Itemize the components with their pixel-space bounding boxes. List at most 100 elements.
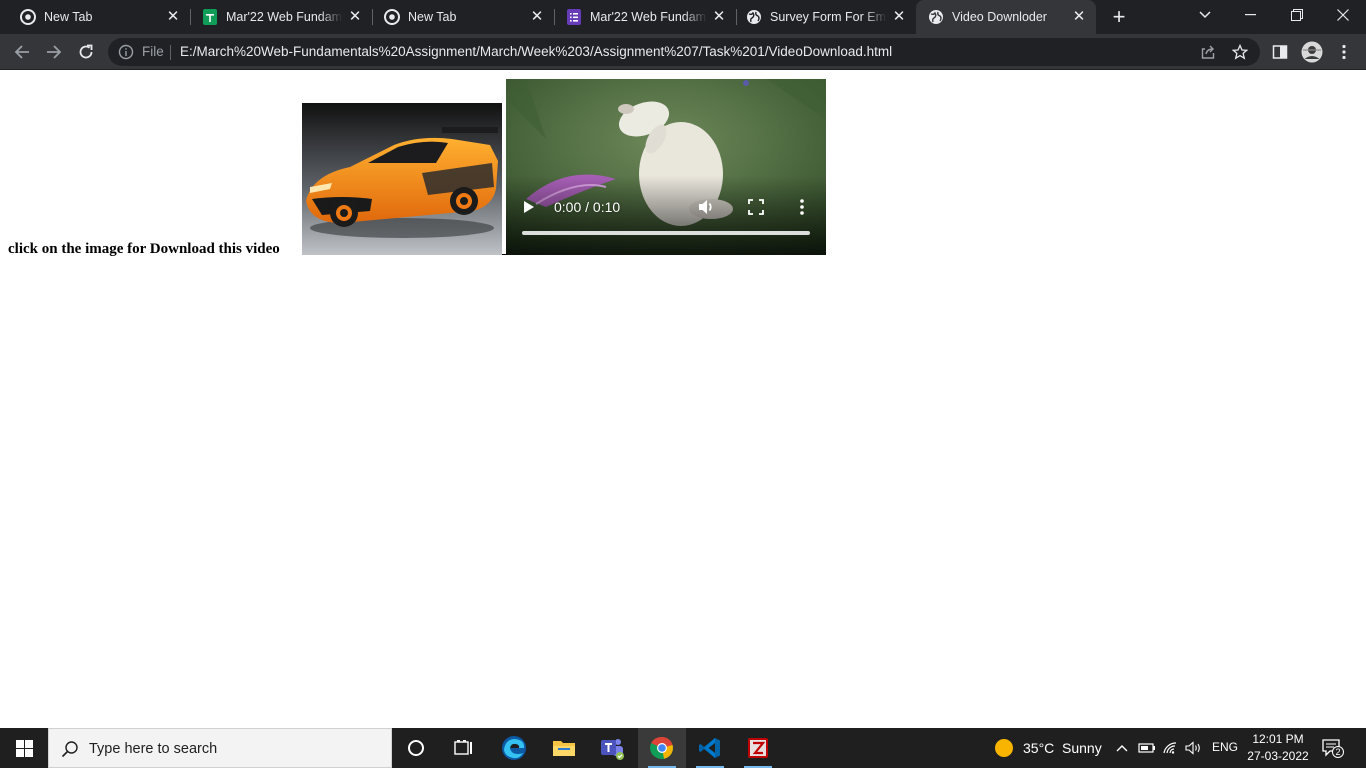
close-icon[interactable]: ✕ <box>529 9 545 25</box>
tab-title: Survey Form For Employees <box>770 10 887 24</box>
battery-status[interactable] <box>1138 739 1156 757</box>
page-viewport: click on the image for Download this vid… <box>0 71 1366 728</box>
volume-icon[interactable] <box>696 197 716 217</box>
video-progress-bar[interactable] <box>522 231 810 235</box>
clock-date: 27-03-2022 <box>1247 749 1309 763</box>
tab-title: Mar'22 Web Fundamentals <box>226 10 343 24</box>
tab-new-tab-1[interactable]: New Tab ✕ <box>0 0 190 34</box>
info-icon[interactable] <box>118 44 134 60</box>
globe-icon <box>928 9 944 25</box>
play-icon[interactable] <box>520 196 538 218</box>
search-icon <box>61 741 78 758</box>
tab-video-downloder[interactable]: Video Downloder ✕ <box>916 0 1096 34</box>
close-icon[interactable]: ✕ <box>165 9 181 25</box>
volume-status[interactable] <box>1185 739 1203 757</box>
close-icon[interactable]: ✕ <box>347 9 363 25</box>
restore-icon <box>1291 9 1303 21</box>
action-center-button[interactable]: 2 <box>1322 738 1344 758</box>
address-bar[interactable]: File E:/March%20Web-Fundamentals%20Assig… <box>108 38 1260 66</box>
start-button[interactable] <box>0 728 48 768</box>
tab-survey-form[interactable]: Survey Form For Employees ✕ <box>726 0 916 34</box>
vscode-button[interactable] <box>686 728 734 768</box>
tab-title: New Tab <box>44 10 93 24</box>
search-placeholder: Type here to search <box>89 741 218 757</box>
wifi-status[interactable] <box>1162 739 1180 757</box>
tab-title: New Tab <box>408 10 457 24</box>
cortana-icon <box>408 740 424 756</box>
chrome-icon <box>384 9 400 25</box>
teams-button[interactable] <box>588 728 636 768</box>
file-explorer-button[interactable] <box>540 728 588 768</box>
tab-title: Video Downloder <box>952 10 1047 24</box>
restore-button[interactable] <box>1274 0 1320 30</box>
browser-menu-button[interactable] <box>1332 40 1356 64</box>
google-forms-icon <box>566 9 582 25</box>
tab-web-fundamentals-sheet[interactable]: Mar'22 Web Fundamentals ✕ <box>182 0 372 34</box>
reload-button[interactable] <box>74 40 98 64</box>
chrome-taskbar-button[interactable] <box>638 728 686 768</box>
side-panel-button[interactable] <box>1268 40 1292 64</box>
avatar <box>1301 41 1323 63</box>
chevron-down-icon <box>1199 11 1211 19</box>
edge-icon <box>502 736 526 760</box>
reload-icon <box>79 44 93 59</box>
new-tab-button[interactable]: + <box>1108 6 1130 28</box>
show-hidden-icons-button[interactable] <box>1113 739 1131 757</box>
weather-temperature[interactable]: 35°C <box>1023 740 1054 756</box>
url-text[interactable]: E:/March%20Web-Fundamentals%20Assignment… <box>180 44 892 59</box>
video-controls: 0:00 / 0:10 <box>506 79 826 255</box>
windows-taskbar: Type here to search 35°C Sunny ENG 12:01… <box>0 728 1366 768</box>
battery-icon <box>1138 743 1155 753</box>
back-button[interactable] <box>10 40 34 64</box>
vscode-icon <box>699 738 720 758</box>
chrome-icon <box>20 9 36 25</box>
fullscreen-icon[interactable] <box>746 197 766 217</box>
close-window-button[interactable] <box>1320 0 1366 30</box>
video-time-display: 0:00 / 0:10 <box>554 199 621 215</box>
more-vert-icon <box>1342 44 1346 60</box>
wifi-icon <box>1163 742 1177 754</box>
more-vert-icon[interactable] <box>794 197 810 217</box>
profile-button[interactable] <box>1300 40 1324 64</box>
share-icon[interactable] <box>1200 44 1216 60</box>
forward-button[interactable] <box>42 40 66 64</box>
speaker-icon <box>1185 741 1200 755</box>
chrome-icon <box>650 736 673 759</box>
browser-tab-strip: New Tab ✕ Mar'22 Web Fundamentals ✕ New … <box>0 0 1366 34</box>
download-instruction-text: click on the image for Download this vid… <box>8 241 280 257</box>
car-image-download-link[interactable] <box>302 103 502 255</box>
weather-condition[interactable]: Sunny <box>1062 740 1102 756</box>
browser-toolbar: File E:/March%20Web-Fundamentals%20Assig… <box>0 34 1366 70</box>
task-view-button[interactable] <box>440 728 488 768</box>
edge-button[interactable] <box>490 728 538 768</box>
google-sheets-icon <box>202 9 218 25</box>
task-view-icon <box>454 740 472 755</box>
side-panel-icon <box>1272 45 1288 59</box>
file-explorer-icon <box>553 741 575 756</box>
notification-count-badge: 2 <box>1335 747 1341 757</box>
bookmark-star-icon[interactable] <box>1232 44 1248 60</box>
close-icon[interactable]: ✕ <box>711 9 727 25</box>
arrow-left-icon <box>14 45 29 59</box>
car-image[interactable] <box>302 103 502 255</box>
tab-new-tab-2[interactable]: New Tab ✕ <box>364 0 554 34</box>
tab-search-button[interactable] <box>1182 0 1228 30</box>
tab-web-fundamentals-form[interactable]: Mar'22 Web Fundamentals ✕ <box>546 0 736 34</box>
filezilla-button[interactable] <box>734 728 782 768</box>
video-player[interactable]: 0:00 / 0:10 <box>506 79 826 255</box>
close-icon[interactable]: ✕ <box>1071 9 1087 25</box>
chevron-up-icon <box>1116 745 1128 752</box>
weather-sun-icon[interactable] <box>994 738 1014 758</box>
taskbar-search-box[interactable]: Type here to search <box>48 728 392 768</box>
taskbar-clock[interactable]: 12:01 PM 27-03-2022 <box>1244 731 1312 765</box>
minimize-button[interactable] <box>1228 0 1274 30</box>
cortana-button[interactable] <box>392 728 440 768</box>
close-icon[interactable]: ✕ <box>891 9 907 25</box>
arrow-right-icon <box>47 45 62 59</box>
windows-logo-icon <box>15 739 33 757</box>
filezilla-icon <box>748 738 768 758</box>
input-language[interactable]: ENG <box>1212 740 1238 754</box>
tab-title: Mar'22 Web Fundamentals <box>590 10 707 24</box>
scheme-label: File <box>142 44 164 59</box>
close-icon <box>1337 9 1349 21</box>
